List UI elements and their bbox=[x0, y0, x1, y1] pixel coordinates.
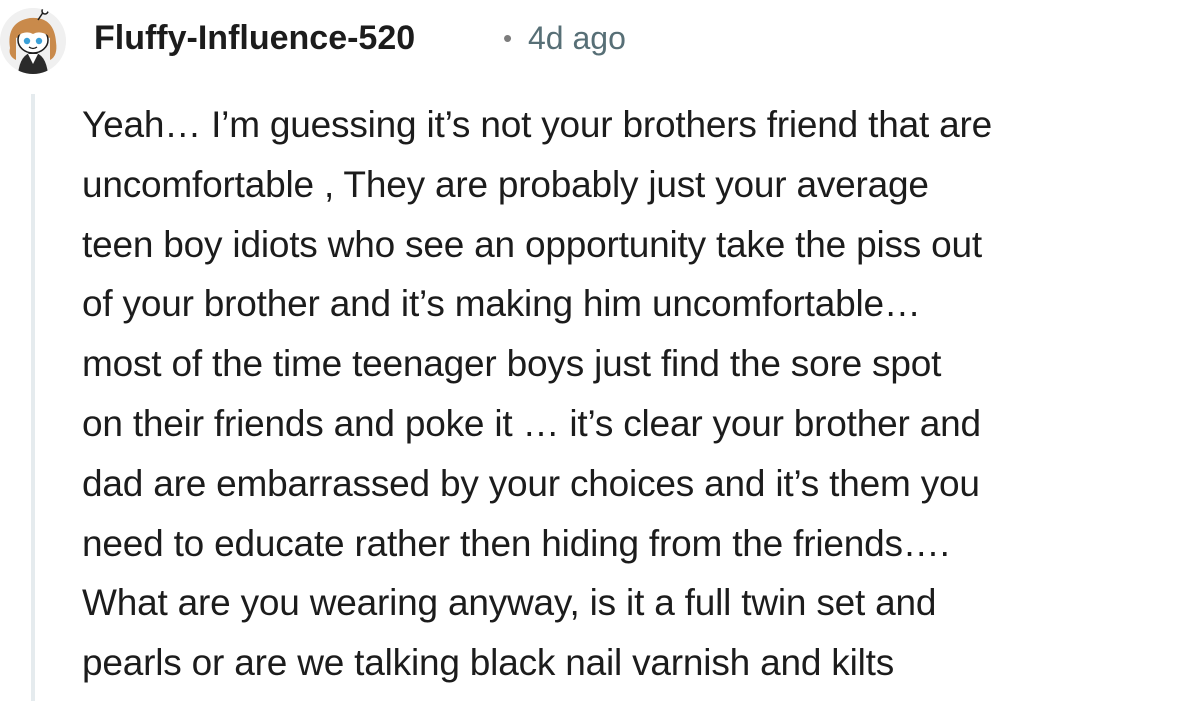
comment-body-line: on their friends and poke it … it’s clea… bbox=[82, 402, 981, 444]
comment-body-line: of your brother and it’s making him unco… bbox=[82, 283, 921, 325]
comment-body-line: pearls or are we talking black nail varn… bbox=[82, 642, 895, 684]
snoo-avatar-icon bbox=[0, 8, 66, 74]
comment-body-line: most of the time teenager boys just find… bbox=[82, 343, 942, 385]
comment-body-line: Yeah… I’m guessing it’s not your brother… bbox=[82, 104, 993, 145]
comment-body: Yeah… I’m guessing it’s not your brother… bbox=[82, 95, 1172, 693]
avatar[interactable] bbox=[0, 8, 66, 74]
comment-body-line: uncomfortable , They are probably just y… bbox=[82, 163, 929, 205]
comment-body-line: What are you wearing anyway, is it a ful… bbox=[82, 582, 937, 624]
comment-header: Fluffy-Influence-520 • 4d ago bbox=[0, 0, 1178, 80]
meta-separator: • bbox=[503, 23, 513, 53]
comment-body-line: need to educate rather then hiding from … bbox=[82, 522, 950, 564]
comment-body-line: teen boy idiots who see an opportunity t… bbox=[82, 223, 982, 265]
comment-timestamp[interactable]: 4d ago bbox=[528, 18, 626, 58]
comment-body-line: dad are embarrassed by your choices and … bbox=[82, 462, 980, 504]
author-username[interactable]: Fluffy-Influence-520 bbox=[94, 18, 415, 58]
comment: Fluffy-Influence-520 • 4d ago Yeah… I’m … bbox=[0, 0, 1178, 701]
thread-collapse-line[interactable] bbox=[31, 94, 35, 701]
